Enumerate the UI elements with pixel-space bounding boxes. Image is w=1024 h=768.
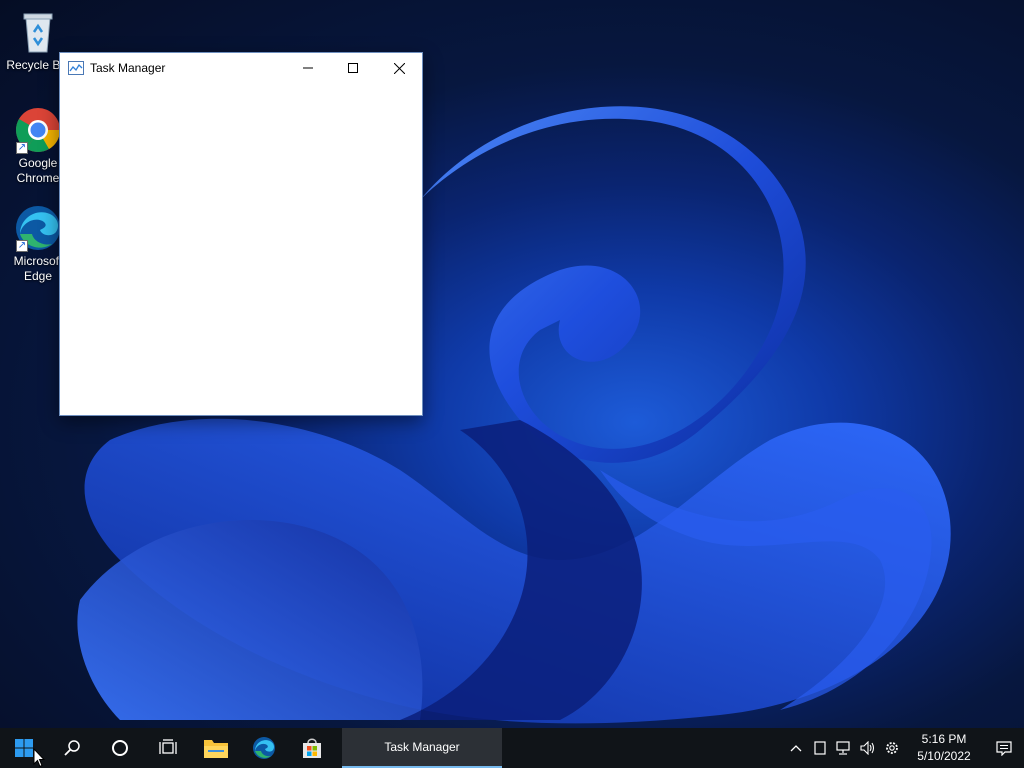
task-view-icon [159, 739, 177, 754]
windows-logo-icon [15, 739, 33, 757]
maximize-button[interactable] [330, 53, 376, 83]
tablet-icon [814, 741, 826, 755]
edge-taskbar-button[interactable] [240, 728, 288, 768]
minimize-icon [303, 67, 313, 69]
settings-icon [886, 742, 898, 754]
volume-icon [860, 741, 875, 755]
action-center-button[interactable] [984, 728, 1024, 768]
folder-icon [204, 740, 228, 758]
window-content [60, 83, 422, 415]
clock-time: 5:16 PM [921, 732, 967, 746]
taskbar: Task Manager 5:16 PM 5/10/2022 [0, 728, 1024, 768]
mouse-cursor-icon [33, 748, 45, 768]
volume-button[interactable] [856, 728, 880, 768]
close-icon [393, 62, 405, 74]
store-icon [303, 738, 321, 758]
chrome-icon: ↗ [14, 106, 62, 154]
desktop-icon-label: Google [18, 156, 58, 170]
minimize-button[interactable] [285, 53, 331, 83]
network-icon [836, 741, 850, 755]
system-tray: 5:16 PM 5/10/2022 [784, 728, 1024, 768]
task-view-button[interactable] [144, 728, 192, 768]
recycle-bin-icon [14, 8, 62, 56]
taskbar-task-manager[interactable]: Task Manager [342, 728, 502, 768]
chevron-up-icon [790, 745, 802, 752]
clock[interactable]: 5:16 PM 5/10/2022 [908, 731, 980, 765]
file-explorer-button[interactable] [192, 728, 240, 768]
notification-icon [996, 741, 1012, 756]
title-bar[interactable]: Task Manager [60, 53, 422, 83]
tablet-mode-button[interactable] [808, 728, 832, 768]
maximize-icon [348, 63, 358, 73]
window-title: Task Manager [90, 61, 166, 75]
shortcut-arrow-icon: ↗ [16, 142, 28, 154]
store-button[interactable] [288, 728, 336, 768]
task-manager-icon [68, 61, 84, 75]
task-manager-window[interactable]: Task Manager [59, 52, 423, 416]
network-button[interactable] [832, 728, 856, 768]
desktop-icon-label: Edge [23, 269, 53, 283]
taskbar-task-label: Task Manager [384, 740, 460, 754]
show-hidden-icons-button[interactable] [784, 728, 808, 768]
edge-icon [253, 737, 275, 759]
desktop-icon-label: Microsoft [13, 254, 63, 268]
desktop-icon-label: Chrome [16, 171, 60, 185]
edge-icon: ↗ [14, 204, 62, 252]
close-button[interactable] [376, 53, 422, 83]
search-button[interactable] [48, 728, 96, 768]
clock-date: 5/10/2022 [917, 749, 971, 763]
cortana-icon [112, 740, 128, 756]
shortcut-arrow-icon: ↗ [16, 240, 28, 252]
settings-button[interactable] [880, 728, 904, 768]
search-icon [64, 740, 80, 756]
cortana-button[interactable] [96, 728, 144, 768]
desktop: Recycle Bin ↗ Google Chrome ↗ Microsoft … [0, 0, 1024, 768]
